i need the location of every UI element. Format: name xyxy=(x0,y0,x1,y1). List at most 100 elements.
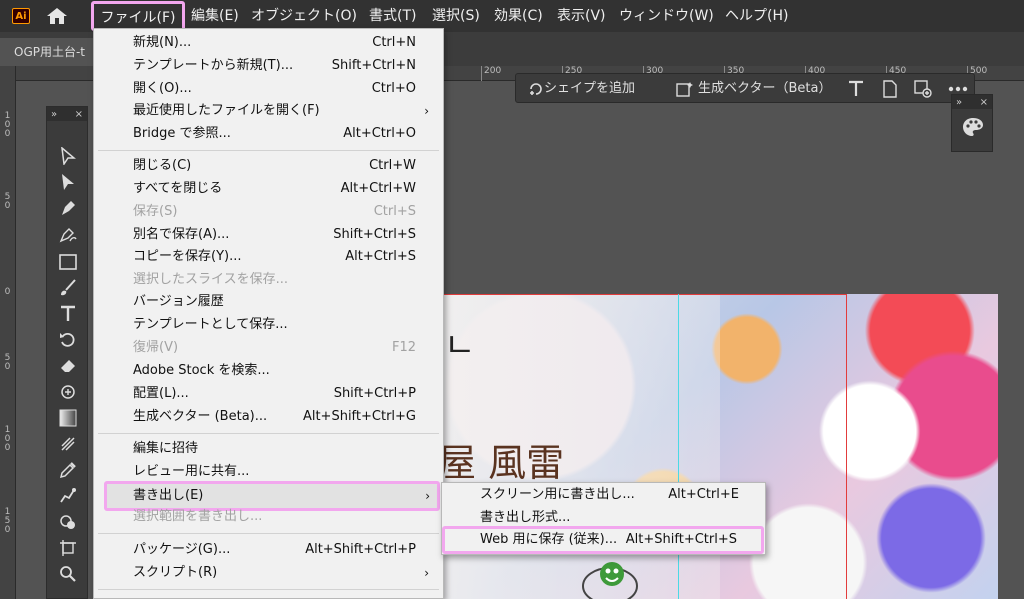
more-options-icon[interactable] xyxy=(948,86,968,92)
submenu-arrow-icon: › xyxy=(425,489,430,503)
submenu-item-save-for-web-legacy[interactable]: Web 用に保存 (従来)... Alt+Shift+Ctrl+S xyxy=(442,526,764,554)
rotate-icon xyxy=(60,332,75,347)
menu-item-browse-in-bridge[interactable]: Bridge で参照... Alt+Ctrl+O xyxy=(94,123,443,145)
menu-item-scripts[interactable]: スクリプト(R) › xyxy=(94,562,443,584)
menu-view[interactable]: 表示(V) xyxy=(557,0,606,32)
gradient-icon xyxy=(59,409,77,427)
menu-effect[interactable]: 効果(C) xyxy=(494,0,543,32)
close-panel-icon[interactable]: × xyxy=(75,109,83,120)
shape-builder-icon xyxy=(60,515,75,529)
menu-item-save-a-copy[interactable]: コピーを保存(Y)... Alt+Ctrl+S xyxy=(94,246,443,268)
menu-item-save-as-template[interactable]: テンプレートとして保存... xyxy=(94,314,443,336)
artboard-title-fragment[interactable]: ㄴ xyxy=(444,318,475,367)
menu-item-export-selection[interactable]: 選択範囲を書き出し... xyxy=(94,506,443,528)
menu-item-generative-vector[interactable]: 生成ベクター (Beta)... Alt+Shift+Ctrl+G xyxy=(94,406,443,428)
submenu-item-export-for-screens[interactable]: スクリーン用に書き出し... Alt+Ctrl+E xyxy=(442,484,765,506)
palette-icon[interactable] xyxy=(962,117,984,137)
home-icon[interactable] xyxy=(46,7,68,25)
transform-icon xyxy=(61,385,75,399)
gradient-tool[interactable] xyxy=(55,407,81,429)
artboard-tool[interactable] xyxy=(55,537,81,559)
tools-panel-header: » × xyxy=(47,107,87,121)
menu-item-new[interactable]: 新規(N)... Ctrl+N xyxy=(94,32,443,54)
menu-item-share-for-review[interactable]: レビュー用に共有... xyxy=(94,461,443,483)
document-tab[interactable]: OGP用土台-t xyxy=(0,38,95,66)
curvature-tool[interactable] xyxy=(55,223,81,245)
menu-item-place[interactable]: 配置(L)... Shift+Ctrl+P xyxy=(94,383,443,405)
color-panel-collapsed: » × xyxy=(951,94,993,152)
menu-item-invite-to-edit[interactable]: 編集に招待 xyxy=(94,438,443,460)
menu-help[interactable]: ヘルプ(H) xyxy=(725,0,788,32)
panel-header: » × xyxy=(952,95,992,109)
export-submenu: スクリーン用に書き出し... Alt+Ctrl+E 書き出し形式... Web 用… xyxy=(441,482,766,555)
contextual-task-bar: シェイプを追加 生成ベクター（Beta） xyxy=(515,73,975,103)
menu-item-save[interactable]: 保存(S) Ctrl+S xyxy=(94,201,443,223)
tools-panel: » × xyxy=(46,106,88,599)
generative-vector-button[interactable]: 生成ベクター（Beta） xyxy=(674,74,831,104)
selection-arrow-icon xyxy=(61,147,76,165)
menu-item-new-from-template[interactable]: テンプレートから新規(T)... Shift+Ctrl+N xyxy=(94,55,443,77)
menu-item-package[interactable]: パッケージ(G)... Alt+Shift+Ctrl+P xyxy=(94,539,443,561)
menu-window[interactable]: ウィンドウ(W) xyxy=(619,0,714,32)
menu-separator xyxy=(98,589,439,590)
menu-item-open[interactable]: 開く(O)... Ctrl+O xyxy=(94,78,443,100)
direct-selection-tool[interactable] xyxy=(55,171,81,193)
close-panel-icon[interactable]: × xyxy=(980,97,988,108)
menu-file[interactable]: ファイル(F) xyxy=(91,1,185,31)
ruler-tick-label: 5 0 xyxy=(4,192,11,211)
rectangle-tool[interactable] xyxy=(55,251,81,273)
rotate-tool[interactable] xyxy=(55,329,81,351)
menu-item-version-history[interactable]: バージョン履歴 xyxy=(94,291,443,313)
zoom-icon xyxy=(60,566,76,582)
artboard-border xyxy=(440,294,847,295)
eraser-tool[interactable] xyxy=(55,355,81,377)
file-menu-dropdown: 新規(N)... Ctrl+N テンプレートから新規(T)... Shift+Ctr… xyxy=(93,28,444,599)
type-tool[interactable] xyxy=(55,303,81,325)
menu-item-close-all[interactable]: すべてを閉じる Alt+Ctrl+W xyxy=(94,178,443,200)
illustrator-app-icon[interactable]: Ai xyxy=(12,8,30,24)
menu-separator xyxy=(98,150,439,151)
paintbrush-icon xyxy=(61,279,76,296)
type-tool-icon[interactable] xyxy=(848,80,864,98)
artboard-icon xyxy=(60,540,76,556)
document-icon[interactable] xyxy=(882,80,898,98)
submenu-arrow-icon: › xyxy=(424,104,429,118)
rectangle-icon xyxy=(59,254,77,270)
curvature-icon xyxy=(59,228,77,243)
shape-builder-tool[interactable] xyxy=(55,511,81,533)
submenu-arrow-icon: › xyxy=(424,566,429,580)
mesh-icon xyxy=(61,437,75,451)
menu-item-open-recent[interactable]: 最近使用したファイルを開く(F) › xyxy=(94,100,443,122)
ruler-tick-label: 1 0 0 xyxy=(4,111,11,139)
eyedropper-icon xyxy=(59,462,76,479)
type-icon xyxy=(61,305,75,321)
menu-item-save-as[interactable]: 別名で保存(A)... Shift+Ctrl+S xyxy=(94,224,443,246)
selection-tool[interactable] xyxy=(55,145,81,167)
add-shape-button[interactable]: シェイプを追加 xyxy=(524,74,635,104)
mesh-tool[interactable] xyxy=(55,433,81,455)
menu-item-save-selected-slices[interactable]: 選択したスライスを保存... xyxy=(94,269,443,291)
menu-item-revert[interactable]: 復帰(V) F12 xyxy=(94,337,443,359)
pen-tool[interactable] xyxy=(55,197,81,219)
paintbrush-tool[interactable] xyxy=(55,277,81,299)
free-transform-tool[interactable] xyxy=(55,381,81,403)
expand-panel-icon[interactable]: » xyxy=(956,97,962,108)
add-artboard-icon[interactable] xyxy=(914,80,932,98)
artboard-title-text[interactable]: 屋 風雷 xyxy=(440,432,564,487)
artboard-border xyxy=(846,294,847,599)
eyedropper-tool[interactable] xyxy=(55,459,81,481)
pen-icon xyxy=(62,201,75,215)
fujin-character-illustration[interactable] xyxy=(580,556,640,599)
menu-item-search-adobe-stock[interactable]: Adobe Stock を検索... xyxy=(94,360,443,382)
menu-separator xyxy=(98,533,439,534)
expand-panel-icon[interactable]: » xyxy=(51,109,57,120)
menu-separator xyxy=(98,433,439,434)
direct-selection-icon xyxy=(62,174,74,190)
blend-tool[interactable] xyxy=(55,485,81,507)
vertical-ruler: 1 0 0 5 0 0 5 0 1 0 0 1 5 0 xyxy=(0,66,16,599)
blend-icon xyxy=(60,488,76,503)
ruler-tick-label: 1 0 0 xyxy=(4,425,11,453)
menu-item-close[interactable]: 閉じる(C) Ctrl+W xyxy=(94,155,443,177)
ruler-tick-label: 1 5 0 xyxy=(4,507,11,535)
zoom-tool[interactable] xyxy=(55,563,81,585)
